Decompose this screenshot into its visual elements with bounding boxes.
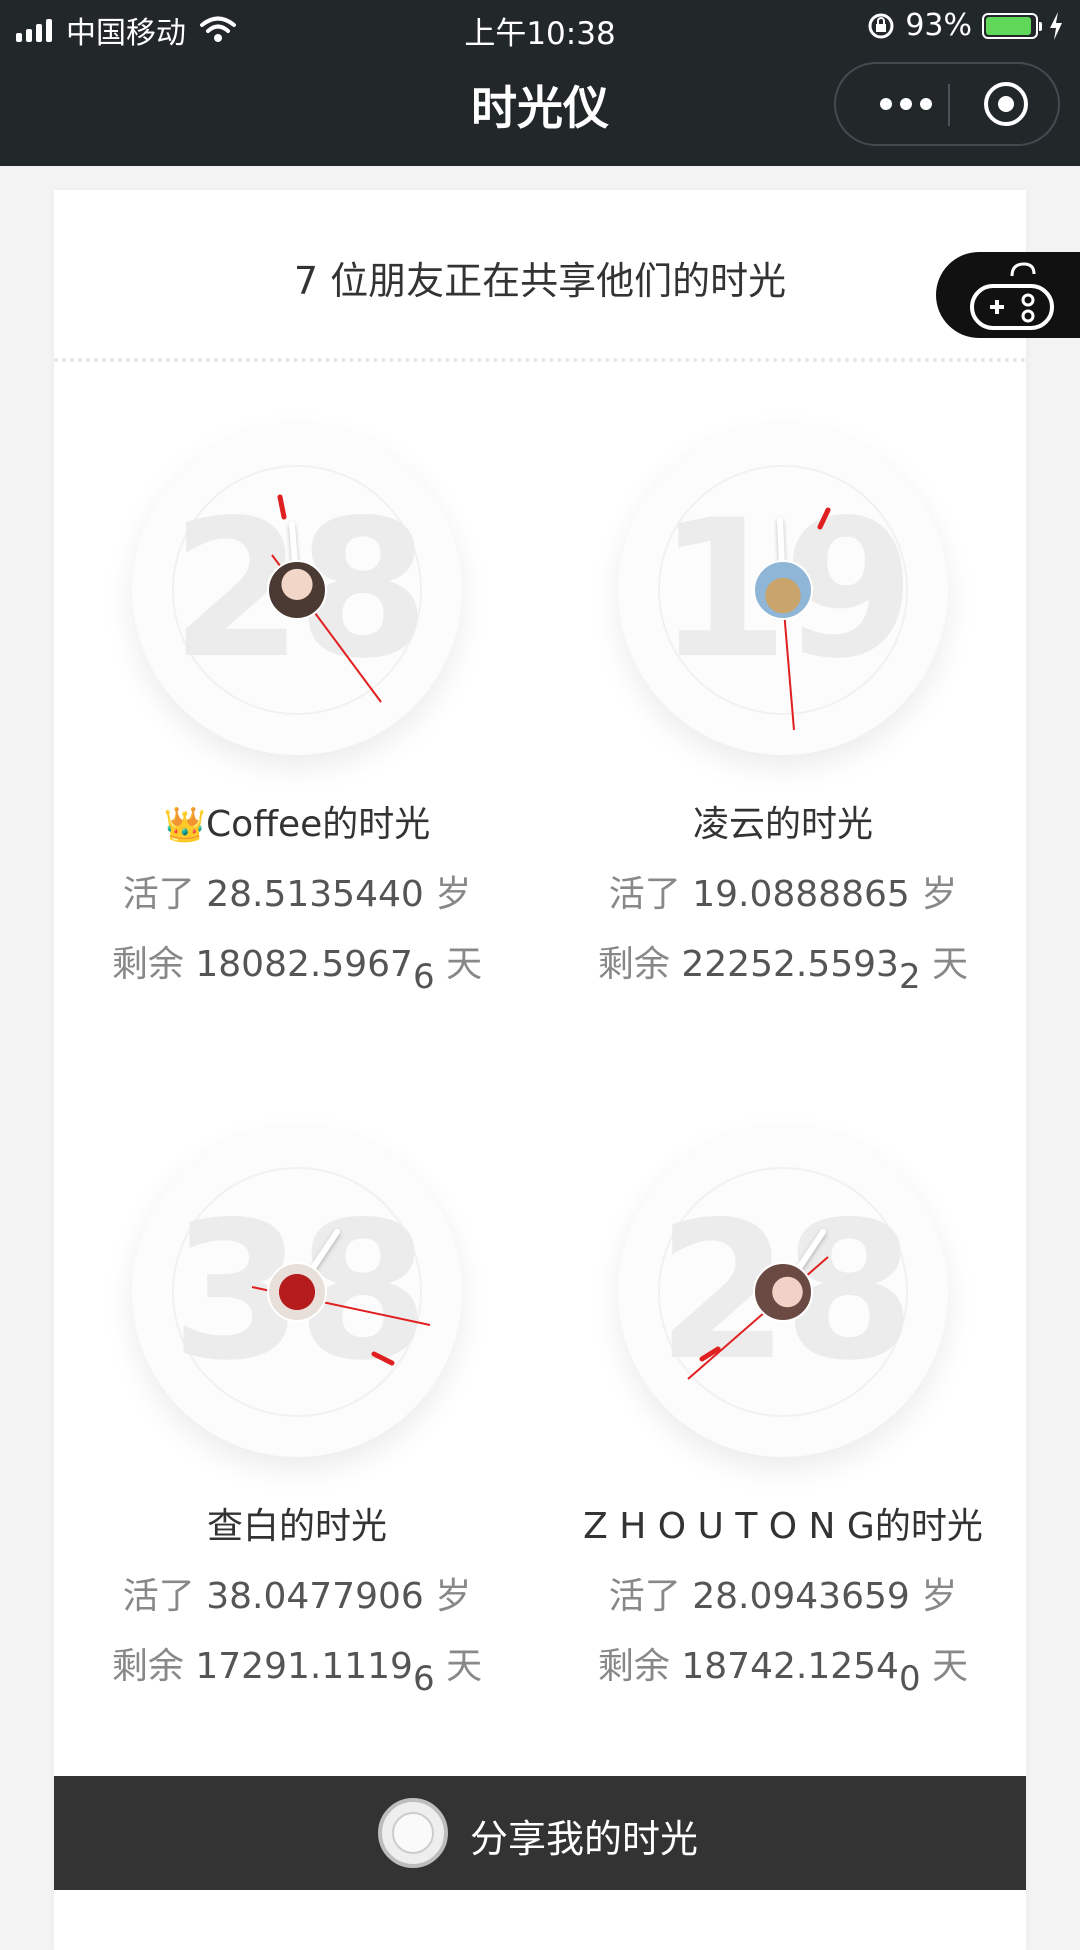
status-bar: 中国移动 上午10:38 93% [0, 0, 1080, 54]
friend-name: Z H O U T O N G的时光 [583, 1506, 983, 1547]
battery-percent: 93% [905, 8, 972, 43]
remain-stat: 剩余 18742.12540 天 [597, 1646, 969, 1699]
friend-name: 👑Coffee的时光 [163, 804, 431, 845]
charging-icon [1050, 11, 1062, 40]
friend-clock: 19 [618, 425, 948, 755]
friend-cell-coffee[interactable]: 28 👑Coffee的时光 活了 28.5135440 岁 剩余 18082.5… [54, 395, 540, 1095]
friend-clock: 28 [132, 425, 462, 755]
lived-stat: 活了 38.0477906 岁 [122, 1576, 472, 1617]
friend-cell-lingyun[interactable]: 19 凌云的时光 活了 19.0888865 岁 剩余 22252.55932 … [540, 395, 1026, 1095]
remain-stat: 剩余 22252.55932 天 [597, 944, 969, 997]
friend-clock: 38 [132, 1127, 462, 1457]
remain-stat: 剩余 18082.59676 天 [111, 944, 483, 997]
top-bar: 中国移动 上午10:38 93% 时光仪 [0, 0, 1080, 166]
mini-program-capsule [834, 62, 1060, 146]
friends-card: 7 位朋友正在共享他们的时光 28 👑Coffee的时光 活了 28.51354… [54, 190, 1026, 1950]
game-button[interactable] [936, 252, 1080, 338]
lived-stat: 活了 19.0888865 岁 [608, 874, 958, 915]
avatar [267, 560, 327, 620]
friend-clock: 28 [618, 1127, 948, 1457]
rotation-lock-icon [868, 13, 894, 38]
clock-icon [378, 1798, 448, 1868]
lived-stat: 活了 28.5135440 岁 [122, 874, 472, 915]
share-button[interactable]: 分享我的时光 [54, 1776, 1026, 1890]
dashed-divider [54, 358, 1026, 362]
battery-icon [982, 12, 1042, 39]
remain-stat: 剩余 17291.11196 天 [111, 1646, 483, 1699]
friend-cell-zhoutong[interactable]: 28 Z H O U T O N G的时光 活了 28.0943659 岁 剩余… [540, 1097, 1026, 1797]
target-icon[interactable] [984, 82, 1028, 126]
lived-stat: 活了 28.0943659 岁 [608, 1576, 958, 1617]
capsule-divider [948, 84, 950, 126]
avatar [753, 1262, 813, 1322]
friend-name: 查白的时光 [206, 1506, 387, 1547]
avatar [753, 560, 813, 620]
friend-cell-chabai[interactable]: 38 查白的时光 活了 38.0477906 岁 剩余 17291.11196 … [54, 1097, 540, 1797]
gamepad-icon [970, 262, 1054, 330]
avatar [267, 1262, 327, 1322]
friends-count-header: 7 位朋友正在共享他们的时光 [293, 259, 787, 303]
status-right: 93% [867, 8, 1064, 43]
crown-icon: 👑 [163, 805, 207, 845]
more-dots-icon[interactable] [866, 64, 946, 144]
share-label: 分享我的时光 [470, 1817, 699, 1861]
friend-name: 凌云的时光 [692, 804, 873, 845]
